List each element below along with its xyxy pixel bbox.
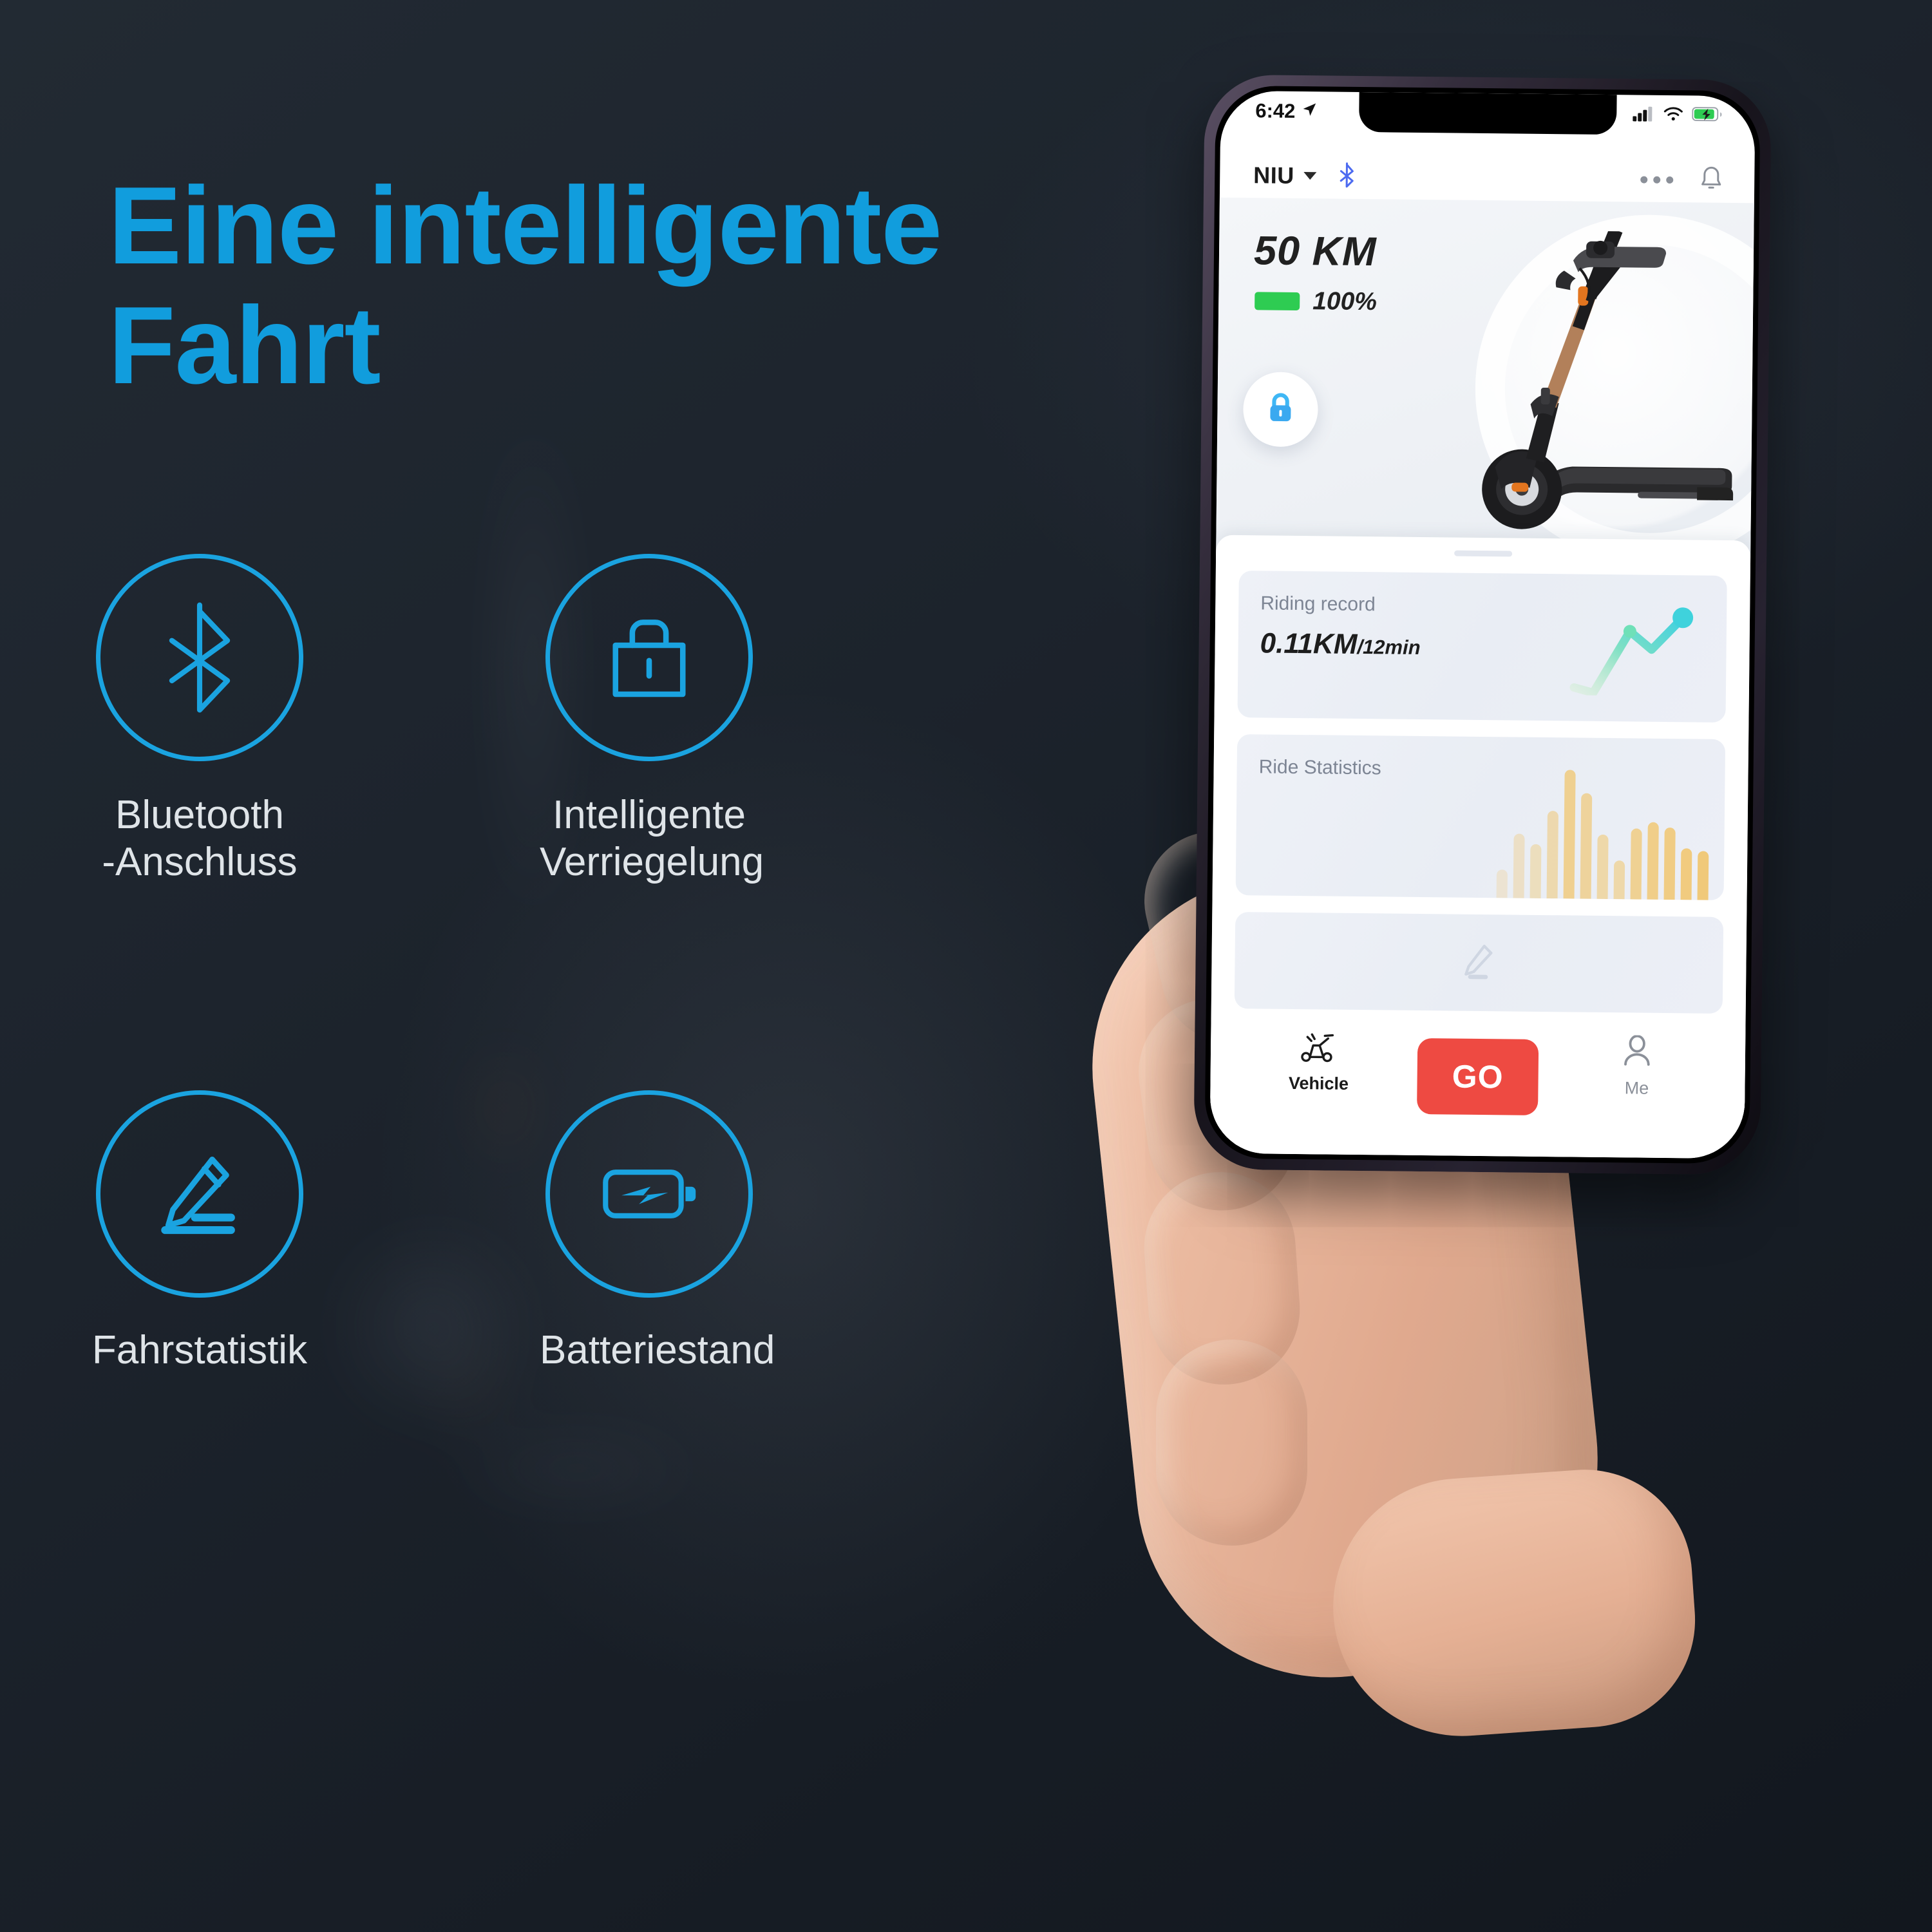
feature-grid: Bluetooth -Anschluss Intelligente Verrie… xyxy=(90,554,992,1374)
bluetooth-icon-circle xyxy=(96,554,303,761)
edit-card[interactable] xyxy=(1234,912,1724,1014)
chevron-down-icon[interactable] xyxy=(1303,172,1316,180)
go-button[interactable]: GO xyxy=(1417,1037,1539,1115)
feature-label: Batteriestand xyxy=(540,1328,775,1373)
promo-panel: Eine intelligente Fahrt Bluetooth -Ansch… xyxy=(0,0,1043,1932)
battery-charging-icon xyxy=(1692,106,1722,125)
riding-record-card[interactable]: Riding record 0.11KM/12min xyxy=(1237,571,1727,723)
bar-chart xyxy=(1496,769,1710,900)
brand-selector[interactable]: NIU xyxy=(1253,161,1355,191)
battery-percent: 100% xyxy=(1312,287,1378,316)
battery-indicator: 100% xyxy=(1255,287,1377,316)
battery-charge-icon-circle xyxy=(545,1090,753,1298)
lock-icon-circle xyxy=(545,554,753,761)
feature-smart-lock: Intelligente Verriegelung xyxy=(540,554,764,886)
sheet-grabber[interactable] xyxy=(1454,550,1513,557)
bell-icon[interactable] xyxy=(1699,165,1723,195)
riding-duration: /12min xyxy=(1357,635,1421,659)
more-dots-icon[interactable] xyxy=(1640,176,1674,184)
feature-bluetooth: Bluetooth -Anschluss xyxy=(90,554,309,886)
phone-in-hand: 6:42 NIU 50 KM 100% Riding record 0.11KM… xyxy=(1073,74,1932,1932)
feature-label: Fahrstatistik xyxy=(91,1328,308,1373)
battery-charge-icon xyxy=(598,1155,700,1233)
ride-statistics-card[interactable]: Ride Statistics xyxy=(1235,734,1726,900)
tab-me[interactable]: Me xyxy=(1578,1034,1695,1099)
phone-screen: 6:42 NIU 50 KM 100% Riding record 0.11KM… xyxy=(1209,90,1756,1159)
electric-scooter-image xyxy=(1444,225,1750,554)
vehicle-hero: 50 KM 100% xyxy=(1216,197,1754,564)
page-title: Eine intelligente Fahrt xyxy=(108,164,942,408)
range-value: 50 KM xyxy=(1253,228,1377,275)
bluetooth-icon[interactable] xyxy=(1338,162,1355,191)
brand-name: NIU xyxy=(1253,162,1295,189)
tab-vehicle[interactable]: Vehicle xyxy=(1260,1031,1377,1094)
wifi-icon xyxy=(1663,106,1683,124)
location-arrow-icon xyxy=(1301,100,1318,123)
feature-label: Intelligente Verriegelung xyxy=(540,793,764,884)
person-icon xyxy=(1621,1034,1654,1071)
status-time: 6:42 xyxy=(1255,99,1296,122)
feature-battery-level: Batteriestand xyxy=(540,1090,775,1374)
bluetooth-icon xyxy=(151,599,248,716)
sparkline-chart xyxy=(1562,605,1705,697)
tab-label: Me xyxy=(1624,1078,1649,1098)
cellular-signal-icon xyxy=(1633,106,1654,124)
pencil-icon xyxy=(1458,940,1500,985)
scooter-icon xyxy=(1299,1032,1340,1066)
lock-button[interactable] xyxy=(1242,372,1319,448)
status-bar: 6:42 xyxy=(1220,91,1756,137)
battery-bar xyxy=(1255,292,1300,311)
pencil-stats-icon-circle xyxy=(96,1090,303,1298)
phone-device: 6:42 NIU 50 KM 100% Riding record 0.11KM… xyxy=(1193,74,1772,1175)
bottom-tab-bar: Vehicle GO Me xyxy=(1209,1018,1746,1159)
pencil-stats-icon xyxy=(149,1144,250,1244)
tab-label: Vehicle xyxy=(1288,1073,1349,1094)
feature-ride-statistics: Fahrstatistik xyxy=(90,1090,309,1374)
lock-icon xyxy=(600,609,698,706)
riding-distance: 0.11KM xyxy=(1260,627,1358,660)
app-bar: NIU xyxy=(1220,153,1755,204)
feature-label: Bluetooth -Anschluss xyxy=(102,793,298,884)
lock-icon xyxy=(1262,389,1300,430)
